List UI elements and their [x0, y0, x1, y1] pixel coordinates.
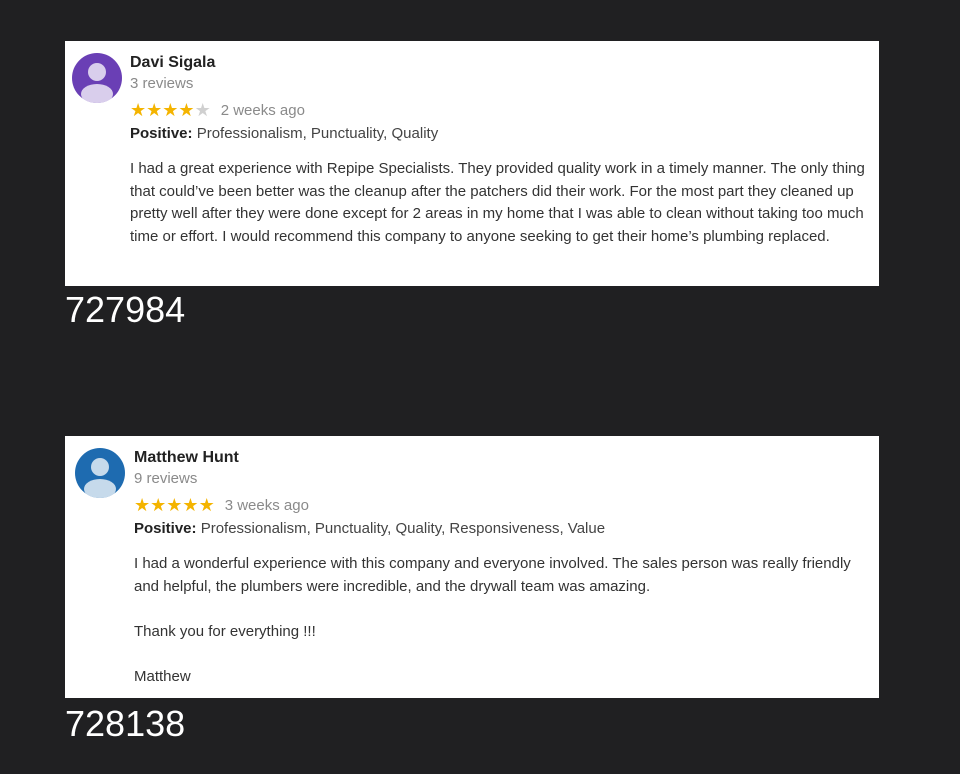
review-time: 3 weeks ago	[224, 496, 309, 514]
avatar[interactable]	[72, 53, 122, 103]
rating-row: ★ ★ ★ ★ ★ 2 weeks ago	[130, 100, 867, 120]
person-icon	[84, 458, 116, 498]
positive-attributes: Positive: Professionalism, Punctuality, …	[130, 124, 867, 144]
star-filled-icon: ★	[146, 100, 163, 120]
rating-row: ★ ★ ★ ★ ★ 3 weeks ago	[134, 495, 867, 515]
reviewer-review-count: 9 reviews	[134, 470, 198, 487]
review-body: I had a wonderful experience with this c…	[134, 553, 867, 689]
review-card: Davi Sigala 3 reviews ★ ★ ★ ★ ★ 2 weeks ago …	[65, 41, 879, 286]
star-filled-icon: ★	[134, 495, 151, 515]
reviewer-name[interactable]: Matthew Hunt	[134, 448, 867, 468]
star-rating: ★ ★ ★ ★ ★	[130, 101, 211, 119]
person-icon	[81, 63, 113, 103]
review-paragraph: I had a wonderful experience with this c…	[134, 555, 851, 595]
positive-label: Positive:	[134, 520, 197, 537]
review-body: I had a great experience with Repipe Spe…	[130, 158, 867, 248]
positive-values: Professionalism, Punctuality, Quality, R…	[200, 520, 606, 537]
positive-values: Professionalism, Punctuality, Quality	[196, 125, 439, 142]
review-id-label: 727984	[65, 289, 186, 330]
star-filled-icon: ★	[182, 495, 199, 515]
star-filled-icon: ★	[162, 100, 179, 120]
review-card: Matthew Hunt 9 reviews ★ ★ ★ ★ ★ 3 weeks ago…	[65, 436, 879, 698]
reviewer-name[interactable]: Davi Sigala	[130, 53, 867, 73]
review-time: 2 weeks ago	[220, 101, 305, 119]
star-filled-icon: ★	[166, 495, 183, 515]
screenshot-canvas: Davi Sigala 3 reviews ★ ★ ★ ★ ★ 2 weeks ago …	[0, 0, 960, 774]
positive-label: Positive:	[130, 125, 193, 142]
star-empty-icon: ★	[194, 100, 211, 120]
star-filled-icon: ★	[178, 100, 195, 120]
review-content: Matthew Hunt 9 reviews ★ ★ ★ ★ ★ 3 weeks ago…	[134, 436, 867, 689]
review-paragraph: Matthew	[134, 667, 191, 685]
star-filled-icon: ★	[198, 495, 215, 515]
avatar[interactable]	[75, 448, 125, 498]
review-paragraph: Thank you for everything !!!	[134, 622, 316, 640]
review-paragraph: I had a great experience with Repipe Spe…	[130, 160, 865, 245]
reviewer-review-count: 3 reviews	[130, 75, 194, 92]
star-filled-icon: ★	[150, 495, 167, 515]
star-rating: ★ ★ ★ ★ ★	[134, 496, 215, 514]
positive-attributes: Positive: Professionalism, Punctuality, …	[134, 519, 867, 539]
review-id-label: 728138	[65, 703, 186, 744]
star-filled-icon: ★	[130, 100, 147, 120]
review-content: Davi Sigala 3 reviews ★ ★ ★ ★ ★ 2 weeks ago …	[130, 41, 867, 248]
